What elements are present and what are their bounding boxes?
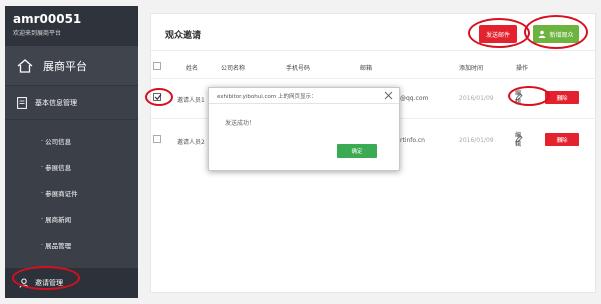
- dialog-message: 发送成功！: [225, 120, 256, 127]
- column-header: 操作: [516, 65, 529, 72]
- delete-button[interactable]: ▯ 删除: [545, 133, 579, 146]
- column-header: 姓名: [186, 65, 199, 72]
- delete-label: 删除: [556, 95, 568, 102]
- annotation-circle-add-button: [524, 15, 588, 49]
- row-email: rtinfo.cn: [400, 137, 425, 144]
- username: amr00051: [13, 12, 82, 26]
- annotation-circle-edit-button: [508, 86, 550, 106]
- column-header: 手机号码: [286, 65, 311, 72]
- edit-label: 编辑: [515, 132, 522, 148]
- annotation-circle-invite: [12, 266, 80, 290]
- user-brand: amr00051 欢迎来到展商平台: [5, 6, 138, 46]
- sidebar-item-label: 展商新闻: [45, 216, 72, 224]
- sidebar-item-exhibitor-pass[interactable]: · 参展商证件: [5, 180, 138, 206]
- edit-button[interactable]: 编辑: [515, 132, 525, 148]
- home-icon: [17, 58, 33, 73]
- alert-dialog: exhibitor.yibohui.com 上的网页显示： 发送成功！ 确定: [208, 87, 400, 171]
- sidebar-item-exhibit-info[interactable]: · 参展信息: [5, 154, 138, 180]
- row-checkbox[interactable]: [153, 135, 161, 143]
- row-date: 2016/01/09: [459, 95, 494, 102]
- nav-basic-info[interactable]: 基本信息管理: [5, 86, 138, 120]
- nav-home-label: 展商平台: [43, 59, 87, 73]
- page-title: 观众邀请: [165, 31, 202, 41]
- delete-button[interactable]: ▯ 删除: [545, 91, 579, 104]
- column-header: 添加时间: [459, 65, 484, 72]
- annotation-circle-row-checkbox: [145, 88, 173, 106]
- sidebar-item-company-info[interactable]: · 公司信息: [5, 128, 138, 154]
- dialog-title: exhibitor.yibohui.com 上的网页显示：: [217, 93, 317, 100]
- app-frame: amr00051 欢迎来到展商平台 展商平台 基本信息管理 · 公司信息 · 参展信…: [0, 0, 601, 304]
- divider: [151, 50, 597, 51]
- row-name: 邀请人员1: [177, 97, 205, 104]
- delete-label: 删除: [556, 137, 568, 144]
- dialog-header: exhibitor.yibohui.com 上的网页显示：: [209, 88, 399, 104]
- column-header: 公司名称: [221, 65, 246, 72]
- dialog-ok-button[interactable]: 确定: [337, 144, 377, 158]
- sidebar-item-exhibitor-news[interactable]: · 展商新闻: [5, 206, 138, 232]
- row-email: @qq.com: [400, 95, 429, 102]
- annotation-circle-send-button: [468, 18, 530, 48]
- select-all-checkbox[interactable]: [153, 62, 161, 70]
- column-header: 邮箱: [360, 65, 373, 72]
- row-name: 邀请人员2: [177, 139, 205, 146]
- sidebar: amr00051 欢迎来到展商平台 展商平台 基本信息管理 · 公司信息 · 参展信…: [5, 6, 138, 298]
- close-icon[interactable]: [384, 91, 393, 100]
- nav-home[interactable]: 展商平台: [5, 46, 138, 86]
- sidebar-item-label: 公司信息: [45, 138, 72, 146]
- row-date: 2016/01/09: [459, 137, 494, 144]
- sidebar-item-label: 参展信息: [45, 164, 72, 172]
- welcome-text: 欢迎来到展商平台: [13, 30, 62, 37]
- sidebar-item-label: 展品管理: [45, 242, 72, 250]
- sidebar-item-exhibit-management[interactable]: · 展品管理: [5, 232, 138, 258]
- document-icon: [17, 96, 27, 109]
- nav-basic-info-label: 基本信息管理: [35, 98, 77, 107]
- sidebar-item-label: 参展商证件: [45, 190, 78, 198]
- table-header: 姓名 公司名称 手机号码 邮箱 添加时间 操作: [151, 56, 597, 78]
